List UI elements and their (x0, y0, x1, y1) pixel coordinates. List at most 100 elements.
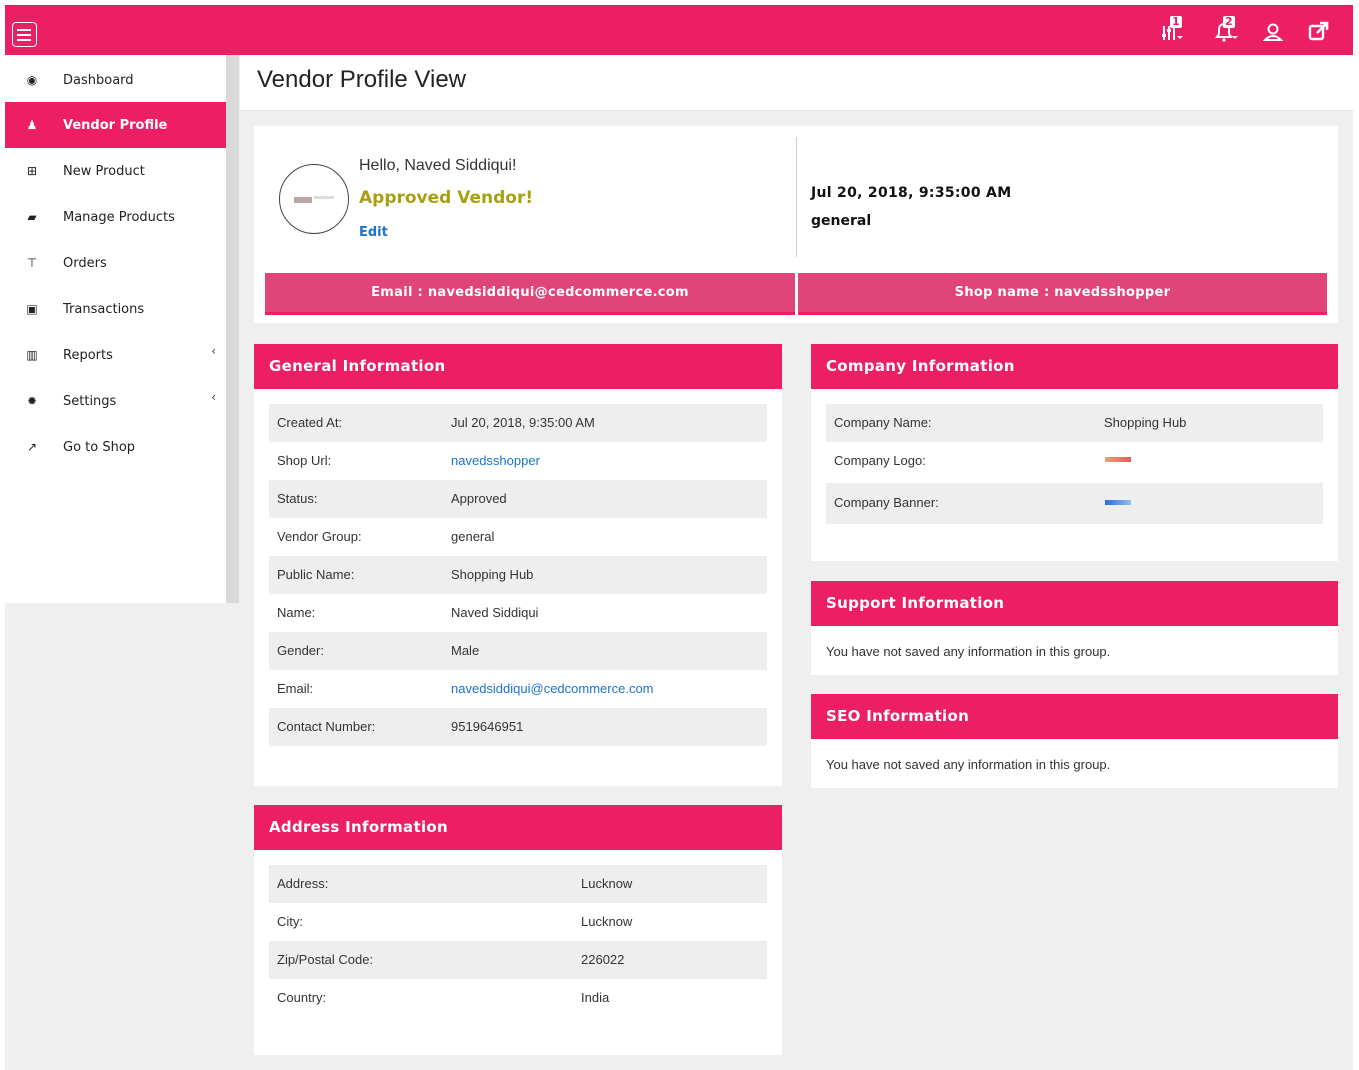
panel-title: General Information (254, 344, 782, 389)
general-information-panel: General Information Created At: Jul 20, 2… (254, 344, 782, 786)
bell-icon[interactable]: 2 (1213, 16, 1241, 44)
panel-title: SEO Information (811, 694, 1338, 739)
external-link-icon: ↗ (26, 440, 38, 454)
sidebar-item-settings[interactable]: ✹ Settings ‹ (5, 378, 226, 424)
table-row: Vendor Group: general (269, 518, 767, 556)
top-bar: 1 2 (5, 5, 1353, 55)
panel-title: Support Information (811, 581, 1338, 626)
panel-title: Company Information (811, 344, 1338, 389)
table-row: Status: Approved (269, 480, 767, 518)
sidebar-item-reports[interactable]: ▥ Reports ‹ (5, 332, 226, 378)
sidebar-item-label: Transactions (63, 301, 145, 317)
table-row: Company Banner: (826, 483, 1323, 524)
row-value: Lucknow (581, 914, 633, 929)
table-row: Name: Naved Siddiqui (269, 594, 767, 632)
sidebar-item-orders[interactable]: ⊤ Orders (5, 240, 226, 286)
sliders-icon[interactable]: 1 (1160, 15, 1188, 44)
sidebar-item-dashboard[interactable]: ◉ Dashboard (5, 57, 226, 103)
row-value: 226022 (581, 952, 625, 967)
row-value: Shopping Hub (1104, 415, 1187, 430)
sidebar-item-label: Vendor Profile (63, 117, 168, 133)
sidebar-item-label: Go to Shop (63, 439, 136, 455)
row-label: City: (277, 914, 303, 929)
row-value: Lucknow (581, 876, 633, 891)
row-value: India (581, 990, 610, 1005)
row-value: 9519646951 (451, 719, 524, 734)
row-label: Country: (277, 990, 327, 1005)
table-row: Address: Lucknow (269, 865, 767, 903)
page-header: Vendor Profile View (240, 55, 1353, 111)
row-label: Company Name: (834, 415, 932, 430)
row-label: Company Logo: (834, 453, 926, 468)
table-row: Zip/Postal Code: 226022 (269, 941, 767, 979)
support-information-panel: Support Information You have not saved a… (811, 581, 1338, 675)
sidebar-item-go-to-shop[interactable]: ↗ Go to Shop (5, 424, 226, 470)
avatar (279, 164, 349, 234)
row-label: Email: (277, 681, 314, 696)
row-label: Vendor Group: (277, 529, 362, 544)
status-badge: Approved Vendor! (359, 188, 534, 208)
dashboard-icon: ◉ (26, 73, 38, 87)
shop-name-bar: Shop name : navedsshopper (798, 273, 1327, 315)
panel-title: Address Information (254, 805, 782, 850)
bar-chart-icon: ▥ (26, 348, 38, 362)
chevron-left-icon: ‹ (211, 344, 216, 358)
sidebar-item-new-product[interactable]: ⊞ New Product (5, 148, 226, 194)
sidebar: ◉ Dashboard ♟ Vendor Profile ⊞ New Produ… (5, 55, 239, 603)
folder-icon: ▰ (27, 210, 37, 224)
row-label: Zip/Postal Code: (277, 952, 374, 967)
row-label: Status: (277, 491, 318, 506)
email-bar: Email : navedsiddiqui@cedcommerce.com (265, 273, 795, 315)
greeting: Hello, Naved Siddiqui! (359, 157, 517, 174)
sidebar-item-label: Settings (63, 393, 117, 409)
table-row: Shop Url: navedsshopper (269, 442, 767, 480)
row-label: Contact Number: (277, 719, 376, 734)
sidebar-item-manage-products[interactable]: ▰ Manage Products (5, 194, 226, 240)
sidebar-item-vendor-profile[interactable]: ♟ Vendor Profile (5, 102, 226, 148)
empty-message: You have not saved any information in th… (826, 757, 1111, 772)
company-information-panel: Company Information Company Name: Shoppin… (811, 344, 1338, 561)
user-icon[interactable] (1261, 18, 1289, 44)
gear-icon: ✹ (26, 394, 38, 408)
plus-square-icon: ⊞ (26, 164, 38, 178)
email-link[interactable]: navedsiddiqui@cedcommerce.com (451, 681, 654, 696)
sidebar-item-label: Manage Products (63, 209, 175, 225)
row-label: Shop Url: (277, 453, 332, 468)
shop-url-link[interactable]: navedsshopper (451, 453, 540, 468)
table-row: Created At: Jul 20, 2018, 9:35:00 AM (269, 404, 767, 442)
table-row: Company Name: Shopping Hub (826, 404, 1323, 442)
chevron-left-icon: ‹ (211, 390, 216, 404)
divider (796, 137, 797, 257)
row-value: general (451, 529, 495, 544)
external-link-icon[interactable] (1305, 18, 1333, 44)
table-row: Gender: Male (269, 632, 767, 670)
app-frame: 1 2 ◉ Dashboard ♟ Vendor Profile ⊞ New P… (5, 5, 1353, 1070)
table-row: Company Logo: (826, 442, 1323, 483)
hamburger-icon[interactable] (12, 22, 37, 47)
sidebar-item-label: Dashboard (63, 72, 134, 88)
row-value: Approved (451, 491, 507, 506)
row-label: Gender: (277, 643, 324, 658)
row-value: Naved Siddiqui (451, 605, 539, 620)
money-icon: ▣ (26, 302, 38, 316)
table-row: Country: India (269, 979, 767, 1017)
edit-link[interactable]: Edit (359, 225, 388, 240)
company-banner-thumbnail[interactable] (1105, 500, 1131, 505)
general-info-list: Created At: Jul 20, 2018, 9:35:00 AM Shop… (269, 404, 767, 746)
row-label: Created At: (277, 415, 343, 430)
sidebar-item-transactions[interactable]: ▣ Transactions (5, 286, 226, 332)
row-label: Address: (277, 876, 329, 891)
page-title: Vendor Profile View (257, 66, 467, 93)
sidebar-item-label: Reports (63, 347, 113, 363)
table-row: Email: navedsiddiqui@cedcommerce.com (269, 670, 767, 708)
sidebar-item-label: Orders (63, 255, 107, 271)
row-label: Company Banner: (834, 495, 939, 510)
table-row: City: Lucknow (269, 903, 767, 941)
notification-badge: 1 (1170, 15, 1182, 28)
cart-icon: ⊤ (26, 256, 38, 270)
address-information-panel: Address Information Address: Lucknow City… (254, 805, 782, 1055)
profile-card: Hello, Naved Siddiqui! Approved Vendor! … (254, 126, 1338, 323)
empty-message: You have not saved any information in th… (826, 644, 1111, 659)
company-logo-thumbnail[interactable] (1105, 457, 1131, 462)
seo-information-panel: SEO Information You have not saved any i… (811, 694, 1338, 788)
